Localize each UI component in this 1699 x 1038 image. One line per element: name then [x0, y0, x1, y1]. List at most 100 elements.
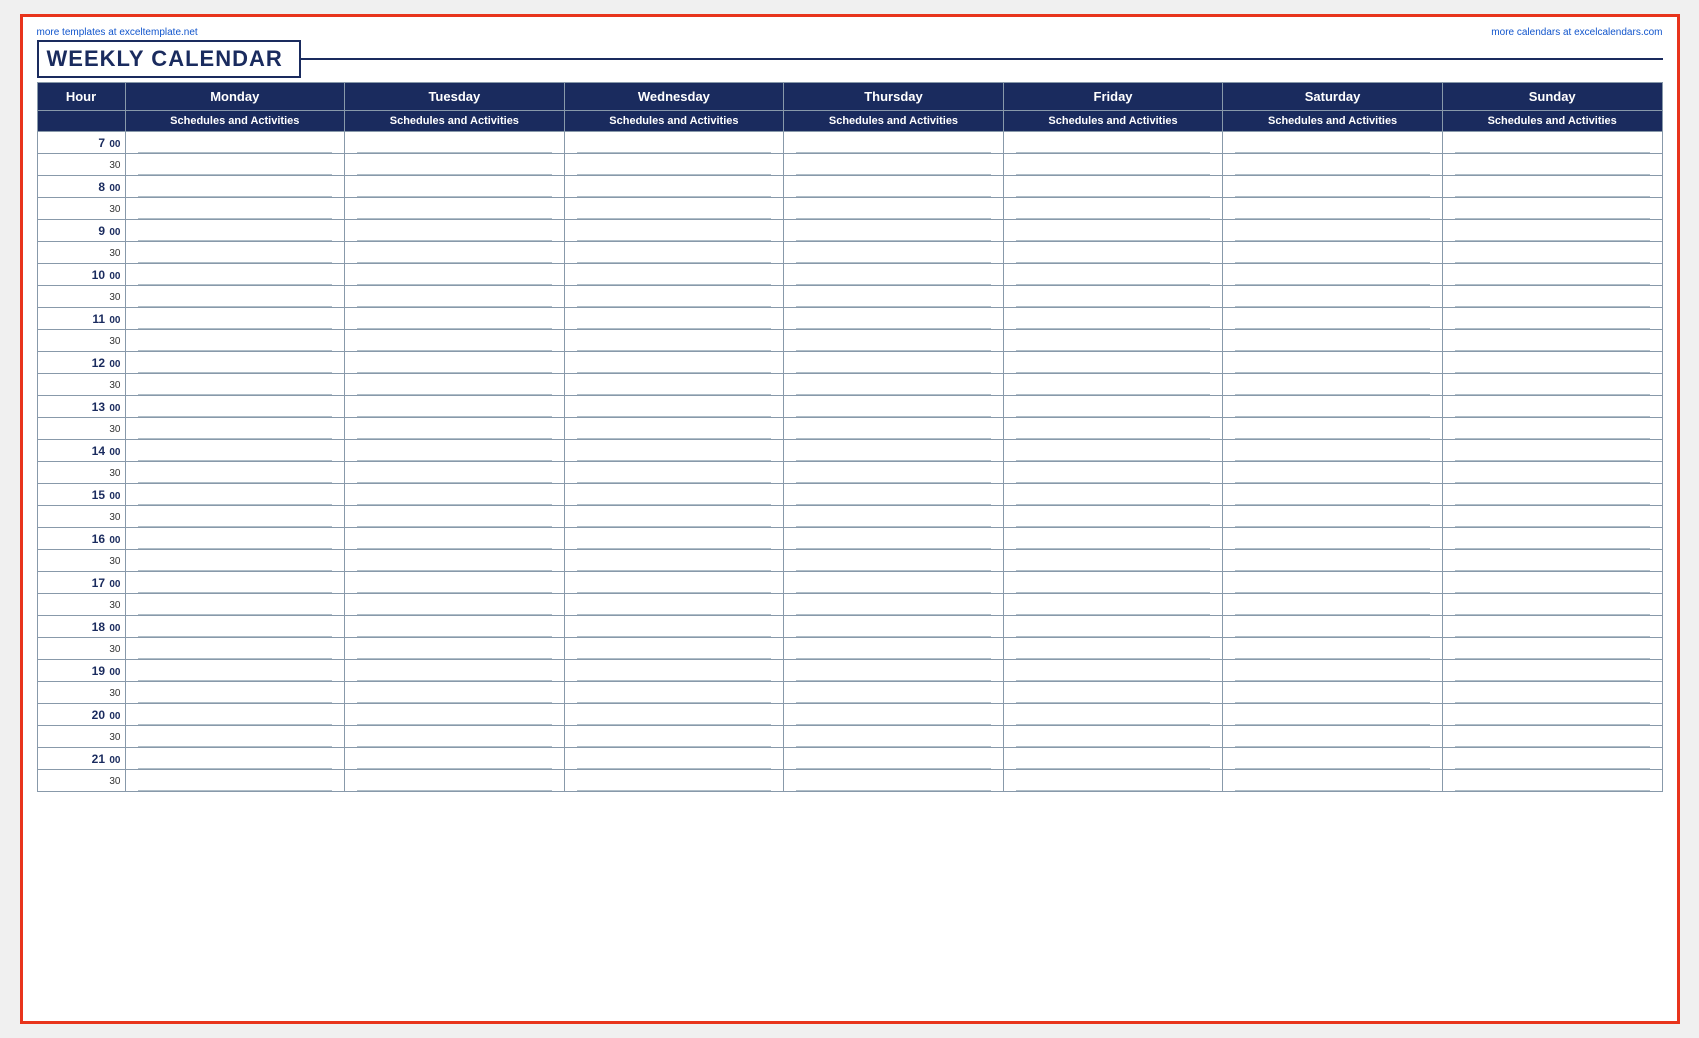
schedule-cell[interactable]	[1223, 440, 1443, 462]
schedule-cell[interactable]	[1442, 242, 1662, 264]
schedule-cell[interactable]	[1003, 462, 1223, 484]
schedule-cell[interactable]	[564, 220, 784, 242]
schedule-cell[interactable]	[1223, 484, 1443, 506]
schedule-cell[interactable]	[1003, 286, 1223, 308]
schedule-cell[interactable]	[1442, 770, 1662, 792]
schedule-cell[interactable]	[1003, 308, 1223, 330]
schedule-cell[interactable]	[564, 484, 784, 506]
schedule-cell[interactable]	[125, 770, 345, 792]
schedule-cell[interactable]	[564, 704, 784, 726]
schedule-cell[interactable]	[345, 308, 565, 330]
schedule-cell[interactable]	[1442, 704, 1662, 726]
schedule-cell[interactable]	[345, 418, 565, 440]
schedule-cell[interactable]	[784, 594, 1004, 616]
schedule-cell[interactable]	[345, 154, 565, 176]
schedule-cell[interactable]	[1003, 770, 1223, 792]
schedule-cell[interactable]	[125, 352, 345, 374]
schedule-cell[interactable]	[1223, 660, 1443, 682]
schedule-cell[interactable]	[564, 506, 784, 528]
schedule-cell[interactable]	[1223, 132, 1443, 154]
schedule-cell[interactable]	[125, 418, 345, 440]
schedule-cell[interactable]	[1442, 220, 1662, 242]
schedule-cell[interactable]	[1003, 352, 1223, 374]
schedule-cell[interactable]	[1003, 242, 1223, 264]
schedule-cell[interactable]	[1003, 704, 1223, 726]
schedule-cell[interactable]	[345, 220, 565, 242]
schedule-cell[interactable]	[784, 176, 1004, 198]
schedule-cell[interactable]	[1223, 638, 1443, 660]
schedule-cell[interactable]	[1223, 352, 1443, 374]
schedule-cell[interactable]	[784, 748, 1004, 770]
schedule-cell[interactable]	[125, 154, 345, 176]
schedule-cell[interactable]	[784, 682, 1004, 704]
schedule-cell[interactable]	[1442, 572, 1662, 594]
schedule-cell[interactable]	[1223, 308, 1443, 330]
schedule-cell[interactable]	[125, 748, 345, 770]
schedule-cell[interactable]	[345, 616, 565, 638]
schedule-cell[interactable]	[1442, 286, 1662, 308]
schedule-cell[interactable]	[125, 572, 345, 594]
schedule-cell[interactable]	[345, 198, 565, 220]
schedule-cell[interactable]	[125, 616, 345, 638]
schedule-cell[interactable]	[1003, 220, 1223, 242]
schedule-cell[interactable]	[784, 506, 1004, 528]
schedule-cell[interactable]	[1223, 770, 1443, 792]
schedule-cell[interactable]	[1003, 132, 1223, 154]
schedule-cell[interactable]	[1223, 616, 1443, 638]
schedule-cell[interactable]	[784, 462, 1004, 484]
schedule-cell[interactable]	[1003, 748, 1223, 770]
schedule-cell[interactable]	[784, 264, 1004, 286]
schedule-cell[interactable]	[784, 198, 1004, 220]
schedule-cell[interactable]	[784, 704, 1004, 726]
schedule-cell[interactable]	[564, 374, 784, 396]
schedule-cell[interactable]	[1223, 550, 1443, 572]
schedule-cell[interactable]	[1003, 572, 1223, 594]
schedule-cell[interactable]	[1442, 660, 1662, 682]
schedule-cell[interactable]	[564, 726, 784, 748]
schedule-cell[interactable]	[564, 550, 784, 572]
schedule-cell[interactable]	[1442, 330, 1662, 352]
schedule-cell[interactable]	[1003, 418, 1223, 440]
schedule-cell[interactable]	[1003, 726, 1223, 748]
schedule-cell[interactable]	[564, 594, 784, 616]
schedule-cell[interactable]	[1003, 682, 1223, 704]
schedule-cell[interactable]	[125, 594, 345, 616]
schedule-cell[interactable]	[1003, 330, 1223, 352]
schedule-cell[interactable]	[1442, 154, 1662, 176]
schedule-cell[interactable]	[1223, 374, 1443, 396]
schedule-cell[interactable]	[345, 506, 565, 528]
schedule-cell[interactable]	[1003, 638, 1223, 660]
schedule-cell[interactable]	[1442, 264, 1662, 286]
schedule-cell[interactable]	[1003, 264, 1223, 286]
schedule-cell[interactable]	[564, 528, 784, 550]
schedule-cell[interactable]	[125, 462, 345, 484]
schedule-cell[interactable]	[125, 330, 345, 352]
schedule-cell[interactable]	[345, 726, 565, 748]
schedule-cell[interactable]	[564, 462, 784, 484]
schedule-cell[interactable]	[345, 352, 565, 374]
schedule-cell[interactable]	[784, 616, 1004, 638]
schedule-cell[interactable]	[784, 528, 1004, 550]
schedule-cell[interactable]	[1223, 396, 1443, 418]
schedule-cell[interactable]	[345, 396, 565, 418]
schedule-cell[interactable]	[345, 770, 565, 792]
link-right[interactable]: more calendars at excelcalendars.com	[1491, 27, 1662, 38]
schedule-cell[interactable]	[345, 572, 565, 594]
schedule-cell[interactable]	[125, 242, 345, 264]
schedule-cell[interactable]	[564, 682, 784, 704]
schedule-cell[interactable]	[1003, 528, 1223, 550]
schedule-cell[interactable]	[1223, 242, 1443, 264]
schedule-cell[interactable]	[345, 638, 565, 660]
schedule-cell[interactable]	[345, 550, 565, 572]
schedule-cell[interactable]	[1223, 594, 1443, 616]
schedule-cell[interactable]	[1223, 418, 1443, 440]
schedule-cell[interactable]	[1003, 198, 1223, 220]
schedule-cell[interactable]	[1003, 616, 1223, 638]
schedule-cell[interactable]	[1223, 264, 1443, 286]
schedule-cell[interactable]	[1223, 198, 1443, 220]
schedule-cell[interactable]	[345, 286, 565, 308]
schedule-cell[interactable]	[564, 264, 784, 286]
schedule-cell[interactable]	[784, 440, 1004, 462]
schedule-cell[interactable]	[564, 660, 784, 682]
schedule-cell[interactable]	[784, 132, 1004, 154]
